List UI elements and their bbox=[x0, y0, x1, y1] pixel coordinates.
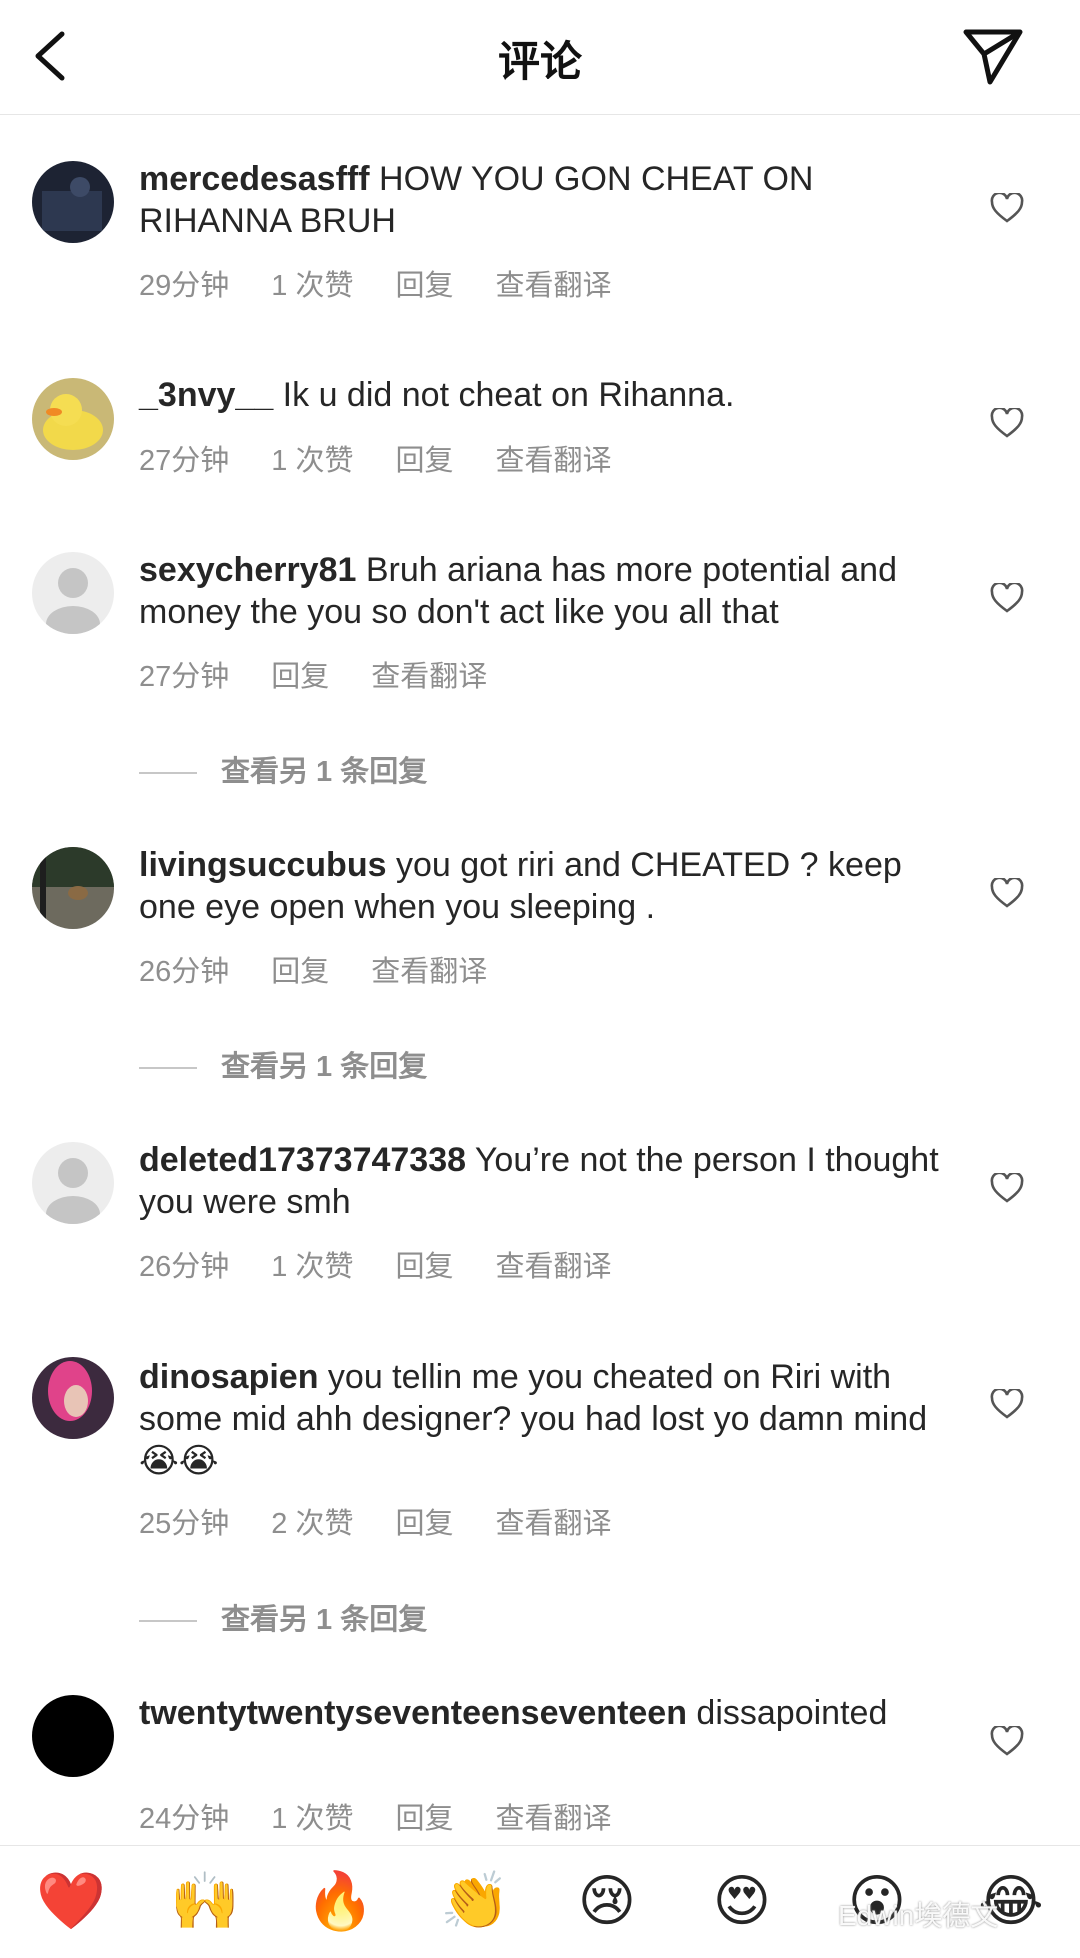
view-more-replies-label[interactable]: 查看另 1 条回复 bbox=[221, 1604, 427, 1636]
comment-time: 25分钟 bbox=[139, 1508, 230, 1540]
like-count[interactable]: 1 次赞 bbox=[271, 1795, 353, 1837]
crying-face-emoji[interactable]: 😢 bbox=[574, 1868, 640, 1934]
comment-username[interactable]: deleted17373747338 bbox=[139, 1141, 466, 1179]
reply-button[interactable]: 回复 bbox=[395, 1500, 453, 1542]
view-more-replies[interactable]: 查看另 1 条回复 bbox=[139, 748, 427, 790]
translate-button[interactable]: 查看翻译 bbox=[495, 1500, 611, 1542]
comment-time: 29分钟 bbox=[139, 270, 230, 302]
comment-username[interactable]: mercedesasfff bbox=[139, 160, 370, 198]
heart-icon[interactable] bbox=[990, 1726, 1024, 1756]
reply-button[interactable]: 回复 bbox=[395, 437, 453, 479]
translate-button[interactable]: 查看翻译 bbox=[371, 948, 487, 990]
reply-button[interactable]: 回复 bbox=[395, 1795, 453, 1837]
heart-icon[interactable] bbox=[990, 1173, 1024, 1203]
clapping-hands-emoji[interactable]: 👏 bbox=[440, 1868, 510, 1934]
heart-icon[interactable] bbox=[990, 193, 1024, 223]
paper-plane-icon[interactable] bbox=[962, 26, 1024, 86]
like-count[interactable]: 1 次赞 bbox=[271, 1243, 353, 1285]
comment-text: mercedesasfff HOW YOU GON CHEAT ON RIHAN… bbox=[139, 158, 949, 242]
comment-meta: 26分钟 1 次赞 回复 查看翻译 bbox=[139, 1243, 653, 1285]
comment-username[interactable]: _3nvy__ bbox=[139, 376, 273, 414]
like-count[interactable]: 2 次赞 bbox=[271, 1500, 353, 1542]
view-more-replies-label[interactable]: 查看另 1 条回复 bbox=[221, 756, 427, 788]
view-more-replies[interactable]: 查看另 1 条回复 bbox=[139, 1043, 427, 1085]
comment-username[interactable]: twentytwentyseventeenseventeen bbox=[139, 1694, 687, 1732]
heart-icon[interactable] bbox=[990, 408, 1024, 438]
translate-button[interactable]: 查看翻译 bbox=[371, 653, 487, 695]
avatar[interactable] bbox=[32, 847, 114, 929]
divider bbox=[139, 1067, 197, 1070]
translate-button[interactable]: 查看翻译 bbox=[495, 1243, 611, 1285]
avatar[interactable] bbox=[32, 1142, 114, 1224]
avatar[interactable] bbox=[32, 1695, 114, 1777]
watermark: Edwin埃德文 bbox=[838, 1900, 999, 1931]
comment-text: _3nvy__ Ik u did not cheat on Rihanna. bbox=[139, 374, 949, 416]
comment-meta: 24分钟 1 次赞 回复 查看翻译 bbox=[139, 1795, 653, 1837]
translate-button[interactable]: 查看翻译 bbox=[495, 1795, 611, 1837]
translate-button[interactable]: 查看翻译 bbox=[495, 437, 611, 479]
reply-button[interactable]: 回复 bbox=[395, 262, 453, 304]
raising-hands-emoji[interactable]: 🙌 bbox=[170, 1868, 240, 1934]
comment-meta: 25分钟 2 次赞 回复 查看翻译 bbox=[139, 1500, 653, 1542]
heart-eyes-emoji[interactable]: 😍 bbox=[709, 1868, 775, 1934]
comment-time: 27分钟 bbox=[139, 661, 230, 693]
comment-meta: 29分钟 1 次赞 回复 查看翻译 bbox=[139, 262, 653, 304]
divider bbox=[139, 1620, 197, 1623]
comment-time: 24分钟 bbox=[139, 1803, 230, 1835]
reply-button[interactable]: 回复 bbox=[395, 1243, 453, 1285]
top-bar: 评论 bbox=[0, 0, 1080, 115]
fire-emoji[interactable]: 🔥 bbox=[305, 1868, 375, 1934]
heart-icon[interactable] bbox=[990, 1389, 1024, 1419]
view-more-replies[interactable]: 查看另 1 条回复 bbox=[139, 1596, 427, 1638]
comment-text: sexycherry81 Bruh ariana has more potent… bbox=[139, 549, 949, 633]
avatar[interactable] bbox=[32, 1357, 114, 1439]
comment-username[interactable]: livingsuccubus bbox=[139, 846, 387, 884]
comment-time: 26分钟 bbox=[139, 956, 230, 988]
like-count[interactable]: 1 次赞 bbox=[271, 262, 353, 304]
comment-body: dissapointed bbox=[686, 1694, 888, 1732]
like-count[interactable]: 1 次赞 bbox=[271, 437, 353, 479]
comment-text: twentytwentyseventeenseventeen dissapoin… bbox=[139, 1692, 949, 1734]
red-heart-emoji[interactable]: ❤️ bbox=[36, 1868, 106, 1934]
reply-button[interactable]: 回复 bbox=[271, 653, 329, 695]
emoji-reaction-bar: ❤️ 🙌 🔥 👏 😢 😍 😮 😂 Edwin埃德文 bbox=[0, 1845, 1080, 1958]
comment-time: 26分钟 bbox=[139, 1251, 230, 1283]
comment-time: 27分钟 bbox=[139, 445, 230, 477]
view-more-replies-label[interactable]: 查看另 1 条回复 bbox=[221, 1051, 427, 1083]
translate-button[interactable]: 查看翻译 bbox=[495, 262, 611, 304]
comment-username[interactable]: dinosapien bbox=[139, 1358, 318, 1396]
comment-username[interactable]: sexycherry81 bbox=[139, 551, 356, 589]
comment-meta: 27分钟 回复 查看翻译 bbox=[139, 653, 529, 695]
page-title: 评论 bbox=[497, 38, 582, 85]
avatar[interactable] bbox=[32, 552, 114, 634]
comment-meta: 27分钟 1 次赞 回复 查看翻译 bbox=[139, 437, 653, 479]
reply-button[interactable]: 回复 bbox=[271, 948, 329, 990]
heart-icon[interactable] bbox=[990, 878, 1024, 908]
comment-text: deleted17373747338 You’re not the person… bbox=[139, 1139, 949, 1223]
divider bbox=[139, 772, 197, 775]
avatar[interactable] bbox=[32, 161, 114, 243]
avatar[interactable] bbox=[32, 378, 114, 460]
comment-body: Ik u did not cheat on Rihanna. bbox=[273, 376, 735, 414]
comment-meta: 26分钟 回复 查看翻译 bbox=[139, 948, 529, 990]
comment-text: dinosapien you tellin me you cheated on … bbox=[139, 1356, 949, 1482]
heart-icon[interactable] bbox=[990, 583, 1024, 613]
comment-text: livingsuccubus you got riri and CHEATED … bbox=[139, 844, 949, 928]
